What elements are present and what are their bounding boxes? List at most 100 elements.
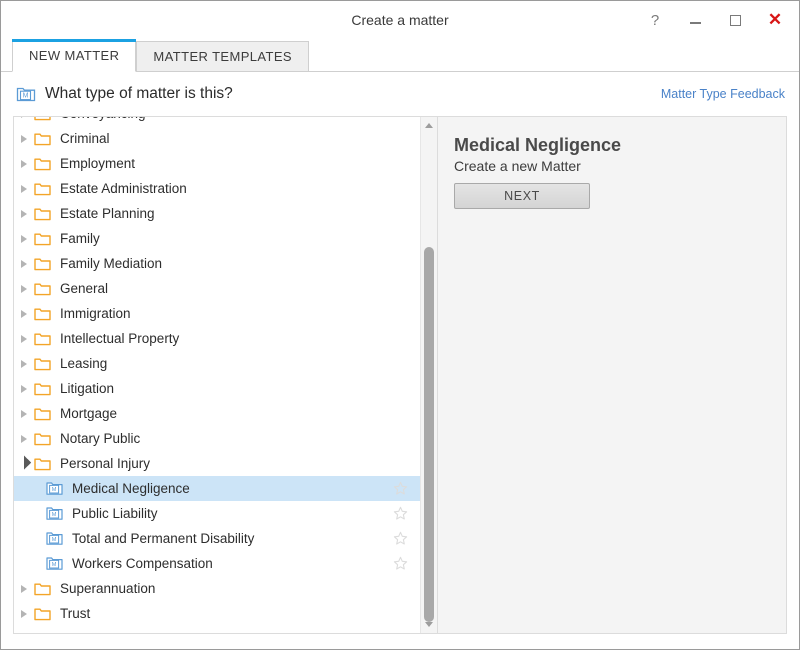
- tree-item-public-liability[interactable]: M Public Liability: [14, 501, 420, 526]
- tree-item-immigration[interactable]: Immigration: [14, 301, 420, 326]
- folder-icon: [34, 432, 55, 446]
- matter-type-icon: M: [46, 481, 67, 496]
- close-button[interactable]: ✕: [755, 4, 795, 36]
- svg-text:M: M: [52, 512, 57, 518]
- tree-expander[interactable]: [14, 184, 34, 193]
- expander-collapsed-icon: [21, 184, 27, 193]
- tree-item-label: Immigration: [60, 306, 131, 321]
- chevron-up-icon: [425, 123, 433, 128]
- tree-item-mortgage[interactable]: Mortgage: [14, 401, 420, 426]
- matter-type-icon: M: [46, 506, 67, 521]
- tree-expander[interactable]: [14, 117, 34, 118]
- tree-item-estate-administration[interactable]: Estate Administration: [14, 176, 420, 201]
- tree-expander[interactable]: [14, 284, 34, 293]
- folder-icon: [34, 332, 55, 346]
- tree-item-medical-negligence[interactable]: M Medical Negligence: [14, 476, 420, 501]
- title-bar: Create a matter ? ✕: [1, 1, 799, 39]
- scroll-down-button[interactable]: [421, 616, 437, 633]
- tree-item-label: Family: [60, 231, 100, 246]
- matter-type-tree-pane: Conveyancing Criminal Employment Estate Adm…: [14, 117, 420, 633]
- expander-collapsed-icon: [21, 284, 27, 293]
- scrollbar-thumb[interactable]: [424, 247, 434, 622]
- tree-expander[interactable]: [14, 259, 34, 268]
- expander-expanded-icon: [16, 455, 32, 470]
- tree-item-general[interactable]: General: [14, 276, 420, 301]
- tree-expander[interactable]: [14, 309, 34, 318]
- tree-item-estate-planning[interactable]: Estate Planning: [14, 201, 420, 226]
- maximize-button[interactable]: [715, 4, 755, 36]
- tree-item-label: Estate Planning: [60, 206, 155, 221]
- favorite-star-icon[interactable]: [393, 481, 408, 496]
- content-inner: Conveyancing Criminal Employment Estate Adm…: [13, 116, 787, 634]
- next-button-label: NEXT: [504, 189, 540, 203]
- help-button[interactable]: ?: [635, 4, 675, 36]
- tree-item-label: Intellectual Property: [60, 331, 180, 346]
- favorite-star-icon[interactable]: [393, 556, 408, 571]
- matter-type-icon: M: [46, 531, 67, 546]
- folder-icon: [34, 307, 55, 321]
- tree-expander[interactable]: [14, 584, 34, 593]
- folder-icon: [34, 182, 55, 196]
- expander-collapsed-icon: [21, 334, 27, 343]
- tree-item-family-mediation[interactable]: Family Mediation: [14, 251, 420, 276]
- tree-item-label: General: [60, 281, 109, 296]
- tree-item-conveyancing[interactable]: Conveyancing: [14, 117, 420, 126]
- folder-icon: [34, 607, 55, 621]
- tree-scrollbar[interactable]: [420, 117, 437, 633]
- tree-item-intellectual-property[interactable]: Intellectual Property: [14, 326, 420, 351]
- tree-item-label: Conveyancing: [60, 117, 146, 121]
- scroll-up-button[interactable]: [421, 117, 437, 134]
- expander-collapsed-icon: [21, 209, 27, 218]
- tree-item-label: Estate Administration: [60, 181, 187, 196]
- tree-item-employment[interactable]: Employment: [14, 151, 420, 176]
- window-footer: [1, 637, 799, 649]
- tree-item-litigation[interactable]: Litigation: [14, 376, 420, 401]
- matter-type-feedback-link[interactable]: Matter Type Feedback: [661, 87, 787, 101]
- tree-item-leasing[interactable]: Leasing: [14, 351, 420, 376]
- tree-expander[interactable]: [14, 384, 34, 393]
- tree-item-label: Employment: [60, 156, 136, 171]
- tree-item-label: Superannuation: [60, 581, 156, 596]
- favorite-star-icon[interactable]: [393, 506, 408, 521]
- expander-collapsed-icon: [21, 134, 27, 143]
- tree-item-notary-public[interactable]: Notary Public: [14, 426, 420, 451]
- tree-item-label: Litigation: [60, 381, 115, 396]
- tab-matter-templates[interactable]: MATTER TEMPLATES: [136, 41, 310, 71]
- favorite-star-icon[interactable]: [393, 531, 408, 546]
- next-button[interactable]: NEXT: [454, 183, 590, 209]
- tree-item-workers-compensation[interactable]: M Workers Compensation: [14, 551, 420, 576]
- expander-collapsed-icon: [21, 234, 27, 243]
- tree-item-trust[interactable]: Trust: [14, 601, 420, 626]
- tab-new-matter[interactable]: NEW MATTER: [12, 39, 137, 72]
- tree-expander[interactable]: [14, 234, 34, 243]
- window-controls: ? ✕: [635, 1, 795, 39]
- create-matter-window: Create a matter ? ✕ NEW MATTER MATTER TE…: [0, 0, 800, 650]
- tree-expander[interactable]: [14, 455, 34, 470]
- svg-text:M: M: [52, 487, 57, 493]
- expander-collapsed-icon: [21, 584, 27, 593]
- tree-expander[interactable]: [14, 134, 34, 143]
- tree-item-total-and-permanent-disability[interactable]: M Total and Permanent Disability: [14, 526, 420, 551]
- tree-expander[interactable]: [14, 334, 34, 343]
- tree-item-label: Public Liability: [72, 506, 158, 521]
- folder-icon: [34, 257, 55, 271]
- tree-expander[interactable]: [14, 359, 34, 368]
- tree-expander[interactable]: [14, 159, 34, 168]
- tree-expander[interactable]: [14, 434, 34, 443]
- maximize-icon: [729, 14, 741, 26]
- tree-item-superannuation[interactable]: Superannuation: [14, 576, 420, 601]
- page-title: What type of matter is this?: [45, 85, 233, 102]
- minimize-button[interactable]: [675, 4, 715, 36]
- folder-icon: [34, 407, 55, 421]
- tree-item-label: Family Mediation: [60, 256, 163, 271]
- tree-expander[interactable]: [14, 409, 34, 418]
- expander-collapsed-icon: [21, 259, 27, 268]
- tree-expander[interactable]: [14, 209, 34, 218]
- tree-item-personal-injury[interactable]: Personal Injury: [14, 451, 420, 476]
- tree-item-family[interactable]: Family: [14, 226, 420, 251]
- tree-expander[interactable]: [14, 609, 34, 618]
- expander-collapsed-icon: [21, 609, 27, 618]
- tree-item-criminal[interactable]: Criminal: [14, 126, 420, 151]
- folder-icon: [34, 457, 55, 471]
- folder-icon: [34, 157, 55, 171]
